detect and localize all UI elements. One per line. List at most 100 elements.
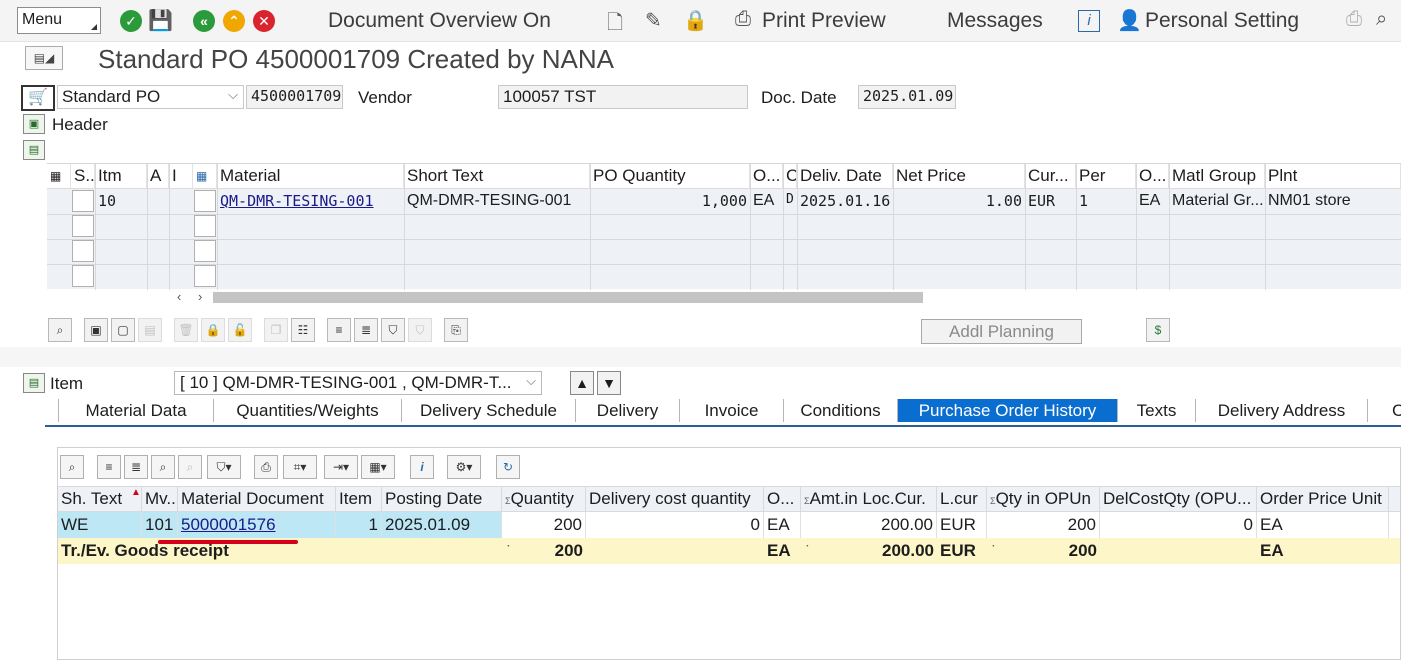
quantity-cell[interactable]: 200 [502,512,586,538]
col-header-order-price-unit[interactable]: Order Price Unit [1257,487,1389,512]
scroll-right-icon[interactable]: › [198,289,202,304]
col-header-posting-date[interactable]: Posting Date [382,487,502,512]
per-cell[interactable]: 1 [1076,189,1136,214]
conditions-icon[interactable]: ⎘ [444,318,468,342]
lock-item-icon[interactable]: 🔒 [201,318,225,342]
refresh-icon[interactable]: ↻ [496,455,520,479]
col-header-order-unit[interactable]: O... [750,164,783,189]
col-header-sh-text[interactable]: Sh. Text [58,487,142,512]
col-header-opu[interactable]: O... [1136,164,1169,189]
addl-planning-button[interactable]: Addl Planning [921,319,1082,344]
personal-setting-button[interactable]: Personal Setting [1145,9,1299,33]
po-quantity-cell[interactable]: 1,000 [590,189,750,214]
movement-type-cell[interactable]: 101 [142,512,178,538]
col-header-po-quantity[interactable]: PO Quantity [590,164,750,189]
col-header-local-currency[interactable]: L.cur [937,487,987,512]
col-header-item[interactable]: Item [336,487,382,512]
find-icon[interactable]: ⌕ [151,455,175,479]
col-header-account[interactable]: A [147,164,169,189]
row-selector[interactable] [72,265,94,287]
pricing-icon[interactable]: $ [1146,318,1170,342]
document-icon[interactable]: ▤◢ [25,46,63,70]
deselect-all-icon[interactable]: ▢ [111,318,135,342]
row-selector[interactable] [72,190,94,212]
export-icon[interactable]: ⇥▾ [324,455,358,479]
item-overview-toggle-icon[interactable]: ▤ [23,140,45,160]
amount-cell[interactable]: 200.00 [801,512,937,538]
tab-purchase-order-history[interactable]: Purchase Order History [898,399,1118,422]
col-header-deliv-date[interactable]: Deliv. Date [797,164,893,189]
row-checkbox[interactable] [194,265,216,287]
default-values-icon[interactable]: ☷ [291,318,315,342]
net-price-cell[interactable]: 1.00 [893,189,1025,214]
header-expand-icon[interactable]: ▣ [23,114,45,134]
tab-overflow[interactable]: C [1368,399,1401,422]
col-header-material[interactable]: Material [217,164,404,189]
details-icon[interactable]: ⌕ [60,455,84,479]
tab-delivery-schedule[interactable]: Delivery Schedule [402,399,576,422]
document-overview-button[interactable]: Document Overview On [328,9,551,33]
display-change-icon[interactable]: ✎ [645,8,662,33]
item-number[interactable]: 10 [95,189,147,214]
print-preview-button[interactable]: Print Preview [762,9,886,33]
col-header-status[interactable]: S.. [71,164,95,189]
delete-filter-icon[interactable]: ⛉ [408,318,432,342]
info-icon[interactable]: i [410,455,434,479]
row-checkbox[interactable] [194,240,216,262]
col-header-quantity[interactable]: ΣQuantity [502,487,586,512]
back-icon[interactable]: « [193,10,215,32]
previous-item-button[interactable]: ▲ [570,371,594,395]
details-icon[interactable]: ⌕ [48,318,72,342]
sort-ascending-icon[interactable]: ≡ [97,455,121,479]
row-checkbox[interactable] [194,215,216,237]
grid-settings-icon[interactable]: ▦ [47,164,71,189]
views-icon[interactable]: ⌗▾ [283,455,317,479]
currency-cell[interactable]: EUR [1025,189,1076,214]
layout-icon[interactable]: ▦▾ [361,455,395,479]
next-item-button[interactable]: ▼ [597,371,621,395]
print-icon[interactable]: ⎙ [1346,8,1362,31]
item-cell[interactable]: 1 [336,512,382,538]
local-currency-cell[interactable]: EUR [937,512,987,538]
col-header-net-price[interactable]: Net Price [893,164,1025,189]
col-header-plant[interactable]: Plnt [1265,164,1401,189]
col-header-per[interactable]: Per [1076,164,1136,189]
tab-delivery-address[interactable]: Delivery Address [1196,399,1368,422]
menu-button[interactable]: Menu [17,7,101,34]
order-unit-cell[interactable]: EA [750,189,783,214]
doc-date-field[interactable]: 2025.01.09 [858,85,956,109]
opu-cell[interactable]: EA [1136,189,1169,214]
qty-opun-cell[interactable]: 200 [987,512,1100,538]
exit-icon[interactable]: ⌃ [223,10,245,32]
row-selector[interactable] [72,215,94,237]
doc-type-select[interactable]: Standard PO ⌵ [57,85,244,109]
check-icon[interactable]: ✓ [120,10,142,32]
item-detail-toggle-icon[interactable]: ▤ [23,373,45,393]
table-row[interactable]: WE 101 5000001576 1 2025.01.09 200 0 EA … [58,512,1400,538]
order-unit-cell[interactable]: EA [764,512,801,538]
tab-material-data[interactable]: Material Data [58,399,214,422]
cart-icon[interactable]: 🛒 [21,85,55,111]
personal-setting-icon[interactable]: 👤 [1117,8,1142,33]
messages-button[interactable]: Messages [947,9,1043,33]
tab-delivery[interactable]: Delivery [576,399,680,422]
po-number-field[interactable]: 4500001709 [246,85,343,109]
table-icon[interactable]: ▦ [193,164,217,189]
col-header-item[interactable]: Itm [95,164,147,189]
posting-date-cell[interactable]: 2025.01.09 [382,512,502,538]
select-block-icon[interactable]: ▤ [138,318,162,342]
delivery-cost-qty-cell[interactable]: 0 [586,512,764,538]
vendor-field[interactable]: 100057 TST [498,85,748,109]
horizontal-scrollbar[interactable] [213,292,923,303]
col-header-amount[interactable]: ΣAmt.in Loc.Cur. [801,487,937,512]
sort-ascending-icon[interactable]: ≡ [327,318,351,342]
item-select[interactable]: [ 10 ] QM-DMR-TESING-001 , QM-DMR-T... ⌵ [174,371,542,395]
tab-quantities-weights[interactable]: Quantities/Weights [214,399,402,422]
new-document-icon[interactable]: 🗋 [607,8,623,42]
info-icon[interactable]: i [1078,10,1100,32]
col-header-matl-group[interactable]: Matl Group [1169,164,1265,189]
select-all-icon[interactable]: ▣ [84,318,108,342]
col-header-order-unit[interactable]: O... [764,487,801,512]
plant-cell[interactable]: NM01 store [1265,189,1401,214]
tab-invoice[interactable]: Invoice [680,399,784,422]
